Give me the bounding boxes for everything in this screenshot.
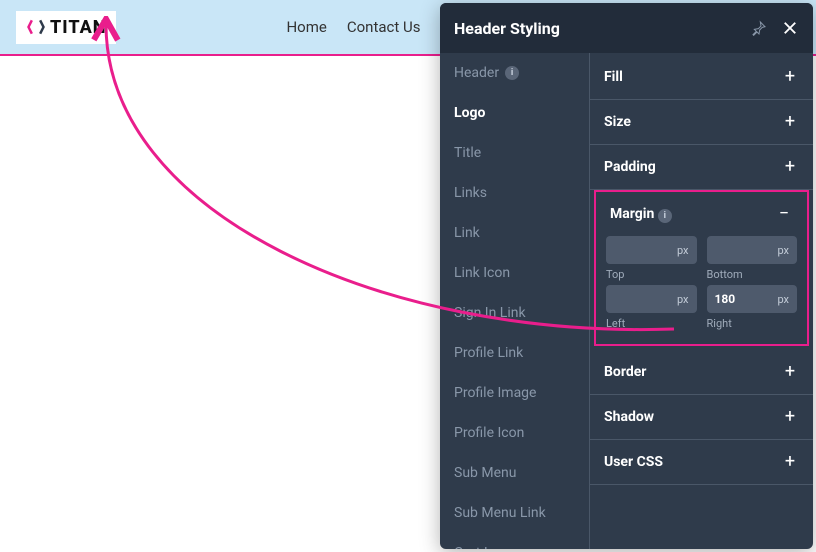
header-styling-panel: Header Styling Headeri Logo Title Links … <box>440 3 813 549</box>
section-border[interactable]: Border+ <box>590 350 813 394</box>
left-item-links[interactable]: Links <box>440 173 589 213</box>
logo-icon <box>26 17 46 37</box>
left-item-logo[interactable]: Logo <box>440 93 589 133</box>
plus-icon: + <box>781 453 799 471</box>
margin-top-input[interactable]: px <box>606 236 697 264</box>
logo[interactable]: TITAN <box>16 11 116 44</box>
logo-text: TITAN <box>50 17 106 38</box>
panel-title: Header Styling <box>454 19 751 38</box>
margin-right-label: Right <box>707 317 798 330</box>
left-item-header[interactable]: Headeri <box>440 53 589 93</box>
close-icon[interactable] <box>781 19 799 37</box>
section-user-css[interactable]: User CSS+ <box>590 440 813 484</box>
plus-icon: + <box>781 113 799 131</box>
left-item-sign-in-link[interactable]: Sign In Link <box>440 293 589 333</box>
pin-icon[interactable] <box>751 20 767 36</box>
info-badge-icon: i <box>505 66 519 80</box>
section-padding[interactable]: Padding+ <box>590 145 813 189</box>
section-shadow[interactable]: Shadow+ <box>590 395 813 439</box>
margin-top-label: Top <box>606 268 697 281</box>
left-item-title[interactable]: Title <box>440 133 589 173</box>
left-item-sub-menu-link[interactable]: Sub Menu Link <box>440 493 589 533</box>
margin-bottom-label: Bottom <box>707 268 798 281</box>
panel-right-sections: Fill+ Size+ Padding+ Margin i − px Top p… <box>590 53 813 549</box>
margin-right-input[interactable]: 180px <box>707 285 798 313</box>
plus-icon: + <box>781 363 799 381</box>
margin-left-label: Left <box>606 317 697 330</box>
margin-bottom-input[interactable]: px <box>707 236 798 264</box>
left-item-link-icon[interactable]: Link Icon <box>440 253 589 293</box>
left-item-profile-link[interactable]: Profile Link <box>440 333 589 373</box>
margin-left-input[interactable]: px <box>606 285 697 313</box>
left-item-cart-icon[interactable]: Cart Icon <box>440 533 589 549</box>
nav: Home Contact Us <box>286 18 420 36</box>
info-badge-icon: i <box>658 209 672 223</box>
section-size[interactable]: Size+ <box>590 100 813 144</box>
left-item-sub-menu[interactable]: Sub Menu <box>440 453 589 493</box>
panel-header: Header Styling <box>440 3 813 53</box>
plus-icon: + <box>781 68 799 86</box>
nav-contact[interactable]: Contact Us <box>347 18 421 36</box>
section-fill[interactable]: Fill+ <box>590 55 813 99</box>
plus-icon: + <box>781 158 799 176</box>
left-item-link[interactable]: Link <box>440 213 589 253</box>
minus-icon: − <box>775 205 793 223</box>
left-item-profile-icon[interactable]: Profile Icon <box>440 413 589 453</box>
section-margin: Margin i − px Top px Bottom <box>594 190 809 346</box>
nav-home[interactable]: Home <box>286 18 326 36</box>
left-item-profile-image[interactable]: Profile Image <box>440 373 589 413</box>
plus-icon: + <box>781 408 799 426</box>
panel-left-list: Headeri Logo Title Links Link Link Icon … <box>440 53 590 549</box>
section-margin-head[interactable]: Margin i − <box>596 192 807 236</box>
